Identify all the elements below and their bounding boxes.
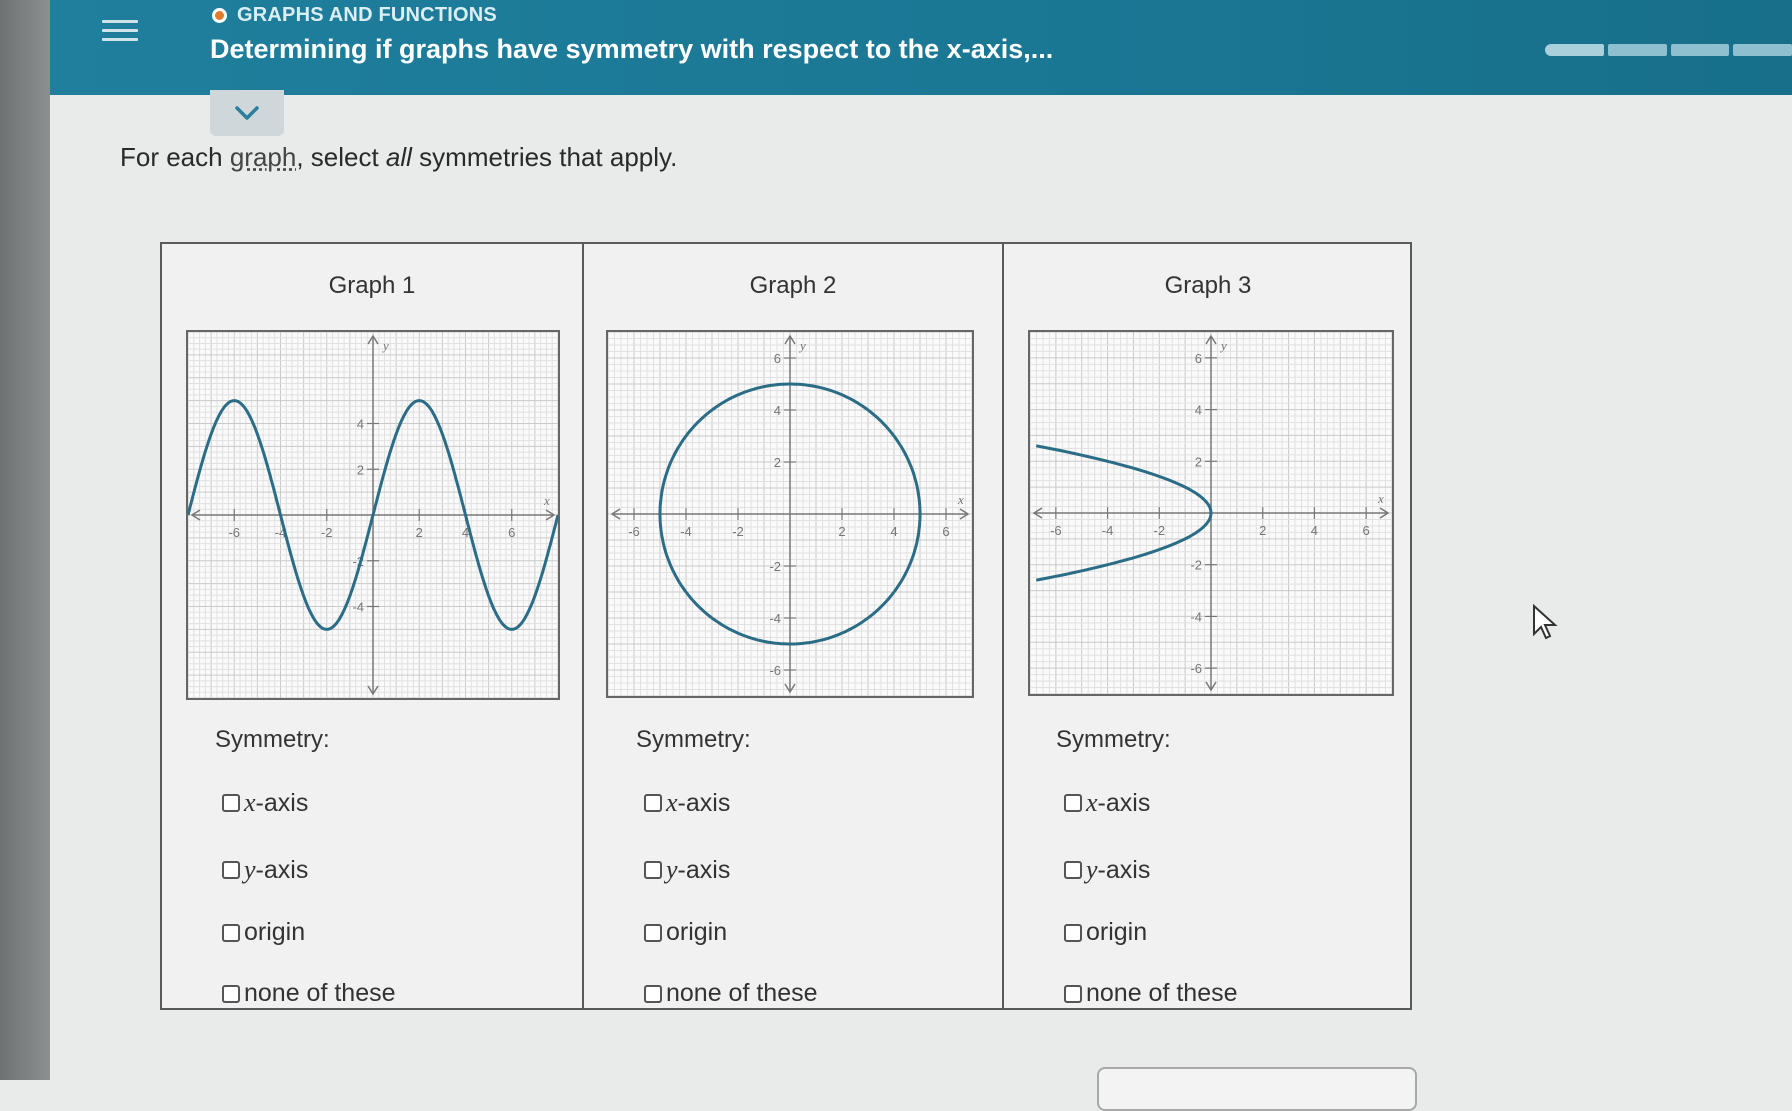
y-tick-label: -6 <box>769 663 781 678</box>
graph3-option-x-axis[interactable]: x -axis <box>1064 788 1150 818</box>
x-tick-label: -6 <box>228 525 240 540</box>
x-tick-label: 4 <box>890 524 897 539</box>
x-tick-label: 2 <box>416 525 423 540</box>
y-tick-label: 4 <box>774 403 781 418</box>
x-tick-label: -2 <box>1154 523 1166 538</box>
y-axis-label: y <box>798 338 806 353</box>
y-tick-label: -4 <box>352 600 364 615</box>
symmetry-label: Symmetry: <box>1056 726 1171 753</box>
graph1-option-origin[interactable]: origin <box>222 918 305 947</box>
topic-status-icon <box>212 8 227 23</box>
x-axis-label: x <box>1377 491 1384 506</box>
y-axis-label: y <box>381 338 389 353</box>
graph1-option-y-axis[interactable]: y -axis <box>222 855 308 885</box>
checkbox[interactable] <box>1064 794 1082 812</box>
graph-panel-3: Graph 3 x y -6 -4 -2 2 4 6 6 4 2 -2 -4 -6 Symmetry: x… <box>1002 244 1412 1008</box>
y-axis-label: y <box>1219 338 1227 353</box>
topic-breadcrumb: GRAPHS AND FUNCTIONS <box>212 4 497 27</box>
y-tick-label: 6 <box>1195 351 1202 366</box>
symmetry-label: Symmetry: <box>636 726 751 753</box>
graph2-option-origin[interactable]: origin <box>644 918 727 947</box>
graph2-option-none[interactable]: none of these <box>644 979 818 1008</box>
graph2-option-y-axis[interactable]: y -axis <box>644 855 730 885</box>
y-tick-label: 4 <box>357 417 364 432</box>
x-tick-label: -4 <box>1102 523 1114 538</box>
y-tick-label: -4 <box>1190 609 1202 624</box>
graphs-container: Graph 1 x y -6 -4 -2 2 4 6 4 2 -2 -4 Symmetry: x -ax… <box>160 242 1412 1010</box>
graph-2-plot: x y -6 -4 -2 2 4 6 6 4 2 -2 -4 -6 <box>606 330 974 698</box>
x-tick-label: -2 <box>321 525 333 540</box>
y-tick-label: 2 <box>1195 454 1202 469</box>
hamburger-menu-icon[interactable] <box>102 14 138 46</box>
page-title: Determining if graphs have symmetry with… <box>210 34 1054 64</box>
x-tick-label: -6 <box>628 524 640 539</box>
y-tick-label: 4 <box>1195 403 1202 418</box>
checkbox[interactable] <box>1064 984 1082 1003</box>
x-tick-label: -4 <box>680 524 692 539</box>
graph2-option-x-axis[interactable]: x -axis <box>644 788 730 818</box>
y-tick-label: -4 <box>769 611 781 626</box>
checkbox[interactable] <box>644 984 662 1003</box>
progress-bar <box>1545 44 1792 56</box>
checkbox[interactable] <box>644 923 662 942</box>
checkbox[interactable] <box>222 861 240 879</box>
instruction-text: For each graph, select all symmetries th… <box>120 142 678 172</box>
x-tick-label: 6 <box>508 525 515 540</box>
graph1-option-none[interactable]: none of these <box>222 979 396 1008</box>
graph-glossary-link[interactable]: graph <box>230 142 297 172</box>
graph1-option-x-axis[interactable]: x -axis <box>222 788 308 818</box>
x-axis-label: x <box>543 493 550 508</box>
mouse-cursor-icon <box>1533 604 1558 640</box>
graph-panel-2: Graph 2 x y -6 -4 -2 2 4 6 6 4 2 -2 -4 -6 Symmetry: x… <box>582 244 1002 1008</box>
y-tick-label: -2 <box>769 559 781 574</box>
y-tick-label: 2 <box>357 462 364 477</box>
x-tick-label: 4 <box>1311 523 1318 538</box>
left-rail <box>0 0 50 1080</box>
chevron-down-icon <box>235 106 259 120</box>
x-axis-label: x <box>957 492 964 507</box>
graph-panel-1: Graph 1 x y -6 -4 -2 2 4 6 4 2 -2 -4 Symmetry: x -ax… <box>162 244 582 1008</box>
checkbox[interactable] <box>644 861 662 879</box>
graph-title: Graph 1 <box>328 272 416 299</box>
checkbox[interactable] <box>222 984 240 1003</box>
x-tick-label: -6 <box>1050 523 1062 538</box>
graph-title: Graph 2 <box>749 272 837 299</box>
y-tick-label: -6 <box>1190 661 1202 676</box>
checkbox[interactable] <box>1064 923 1082 942</box>
checkbox[interactable] <box>222 794 240 812</box>
graph-1-plot: xy-6 -4 -2 2 4 642-2-4 <box>186 330 560 700</box>
x-tick-label: -2 <box>732 524 744 539</box>
graph3-option-y-axis[interactable]: y -axis <box>1064 855 1150 885</box>
checkbox[interactable] <box>222 923 240 942</box>
checkbox[interactable] <box>644 794 662 812</box>
y-tick-label: -2 <box>1190 558 1202 573</box>
graph3-option-none[interactable]: none of these <box>1064 979 1238 1008</box>
y-tick-label: 2 <box>774 455 781 470</box>
x-tick-label: 6 <box>942 524 949 539</box>
collapse-toggle-button[interactable] <box>210 90 284 136</box>
symmetry-label: Symmetry: <box>215 726 330 753</box>
checkbox[interactable] <box>1064 861 1082 879</box>
x-tick-label: 2 <box>838 524 845 539</box>
y-tick-label: 6 <box>774 351 781 366</box>
graph-3-plot: x y -6 -4 -2 2 4 6 6 4 2 -2 -4 -6 <box>1028 330 1394 696</box>
bottom-action-button[interactable] <box>1097 1067 1417 1111</box>
graph3-option-origin[interactable]: origin <box>1064 918 1147 947</box>
x-tick-label: 2 <box>1259 523 1266 538</box>
topic-label: GRAPHS AND FUNCTIONS <box>237 4 497 26</box>
x-tick-label: 6 <box>1363 523 1370 538</box>
graph-title: Graph 3 <box>1164 272 1252 299</box>
